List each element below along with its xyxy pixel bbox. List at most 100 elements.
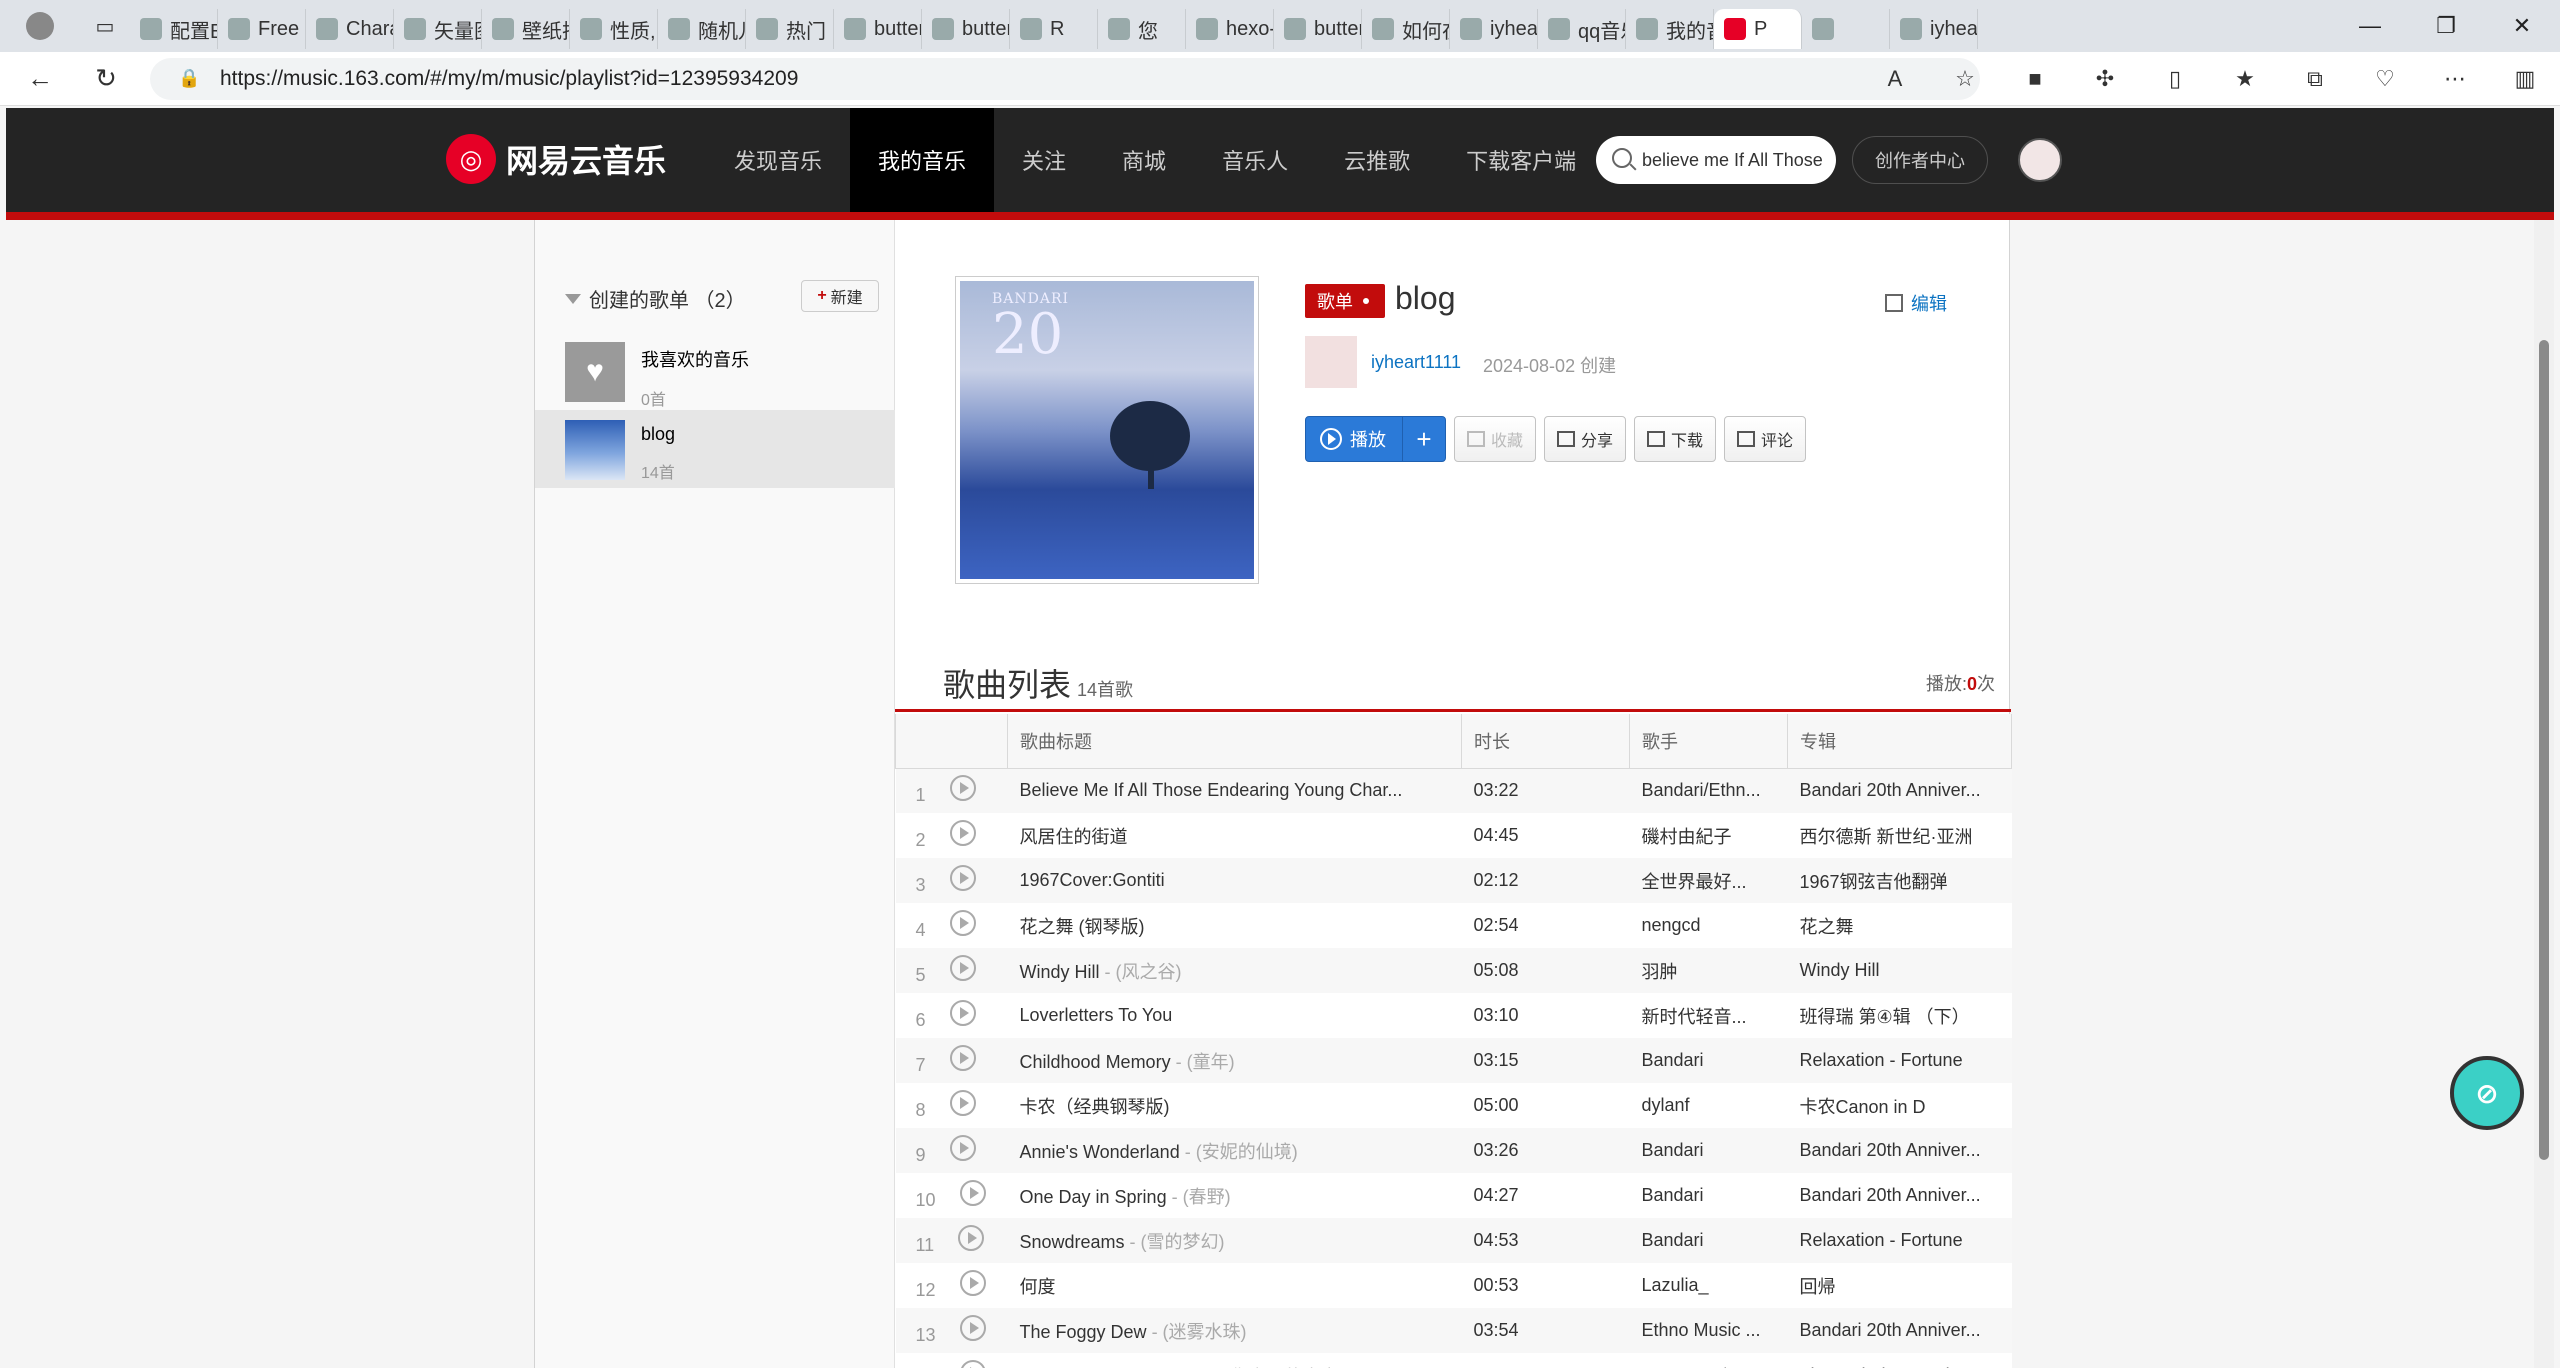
table-row[interactable]: 2 风居住的街道 04:45 磯村由紀子 西尔德斯 新世纪·亚洲 [895,813,2012,858]
browser-tab[interactable]: qq音乐 [1538,9,1626,49]
search-input[interactable]: believe me If All Those [1596,136,1836,184]
song-title[interactable]: Snowdreams [1020,1232,1125,1252]
song-title[interactable]: Annie's Wonderland [1020,1142,1180,1162]
nav-item[interactable]: 音乐人 [1194,108,1316,212]
new-playlist-button[interactable]: + 新建 [801,280,879,312]
play-row-icon[interactable] [949,1090,976,1116]
table-row[interactable]: 6 Loverletters To You 03:10 新时代轻音... 班得瑞 第④辑… [895,993,2012,1038]
browser-tab[interactable]: R [1010,9,1098,49]
song-title[interactable]: One Day in Spring [1020,1187,1167,1207]
song-title[interactable]: Windy Hill [1020,962,1100,982]
browser-tab[interactable]: 性质, [570,9,658,49]
song-artist[interactable]: 羽肿 [1630,948,1788,993]
song-artist[interactable]: nengcd [1630,903,1788,948]
table-row[interactable]: 9 Annie's Wonderland - (安妮的仙境) 03:26 Bandar… [895,1128,2012,1173]
collections-icon[interactable]: ⧉ [2280,66,2350,92]
url-field[interactable]: 🔒 https://music.163.com/#/my/m/music/pla… [150,58,1980,100]
nav-item[interactable]: 关注 [994,108,1094,212]
profile-icon[interactable] [0,0,80,52]
browser-tab[interactable]: Chara [306,9,394,49]
tab-actions-icon[interactable]: ▭ [80,0,130,52]
created-playlists-header[interactable]: 创建的歌单 （2） [565,284,746,313]
song-album[interactable]: 班得瑞 第④辑 （下） [1788,993,2012,1038]
song-artist[interactable]: 新时代轻音... [1630,993,1788,1038]
song-album[interactable]: Relaxation - Fortune [1788,1038,2012,1083]
share-button[interactable]: 分享 [1544,416,1627,462]
song-album[interactable]: Bandari 20th Anniver... [1788,1128,2012,1173]
browser-tab[interactable]: P [1714,9,1802,49]
nav-item[interactable]: 下载客户端 [1438,108,1604,212]
browser-tab[interactable]: Free P [218,9,306,49]
song-title[interactable]: 1967Cover:Gontiti [1020,870,1165,890]
song-title[interactable]: The Foggy Dew [1020,1322,1147,1342]
table-row[interactable]: 11 Snowdreams - (雪的梦幻) 04:53 Bandari Relaxat… [895,1218,2012,1263]
song-title[interactable]: Believe Me If All Those Endearing Young … [1020,780,1403,800]
play-row-icon[interactable] [959,1360,986,1368]
song-artist[interactable]: Bandari [1630,1218,1788,1263]
table-row[interactable]: 7 Childhood Memory - (童年) 03:15 Bandari Rela… [895,1038,2012,1083]
browser-tab[interactable] [1802,9,1890,49]
puzzle-icon[interactable]: ✣ [2070,66,2140,92]
song-artist[interactable]: Ethno Music ... [1630,1308,1788,1353]
song-artist[interactable]: 磯村由紀子 [1630,813,1788,858]
browser-essentials-icon[interactable]: ♡ [2350,66,2420,92]
song-album[interactable]: 西尔德斯 新世纪·亚洲 [1788,813,2012,858]
sidebar-playlist-liked[interactable]: ♥ 我喜欢的音乐 0首 [535,332,895,410]
song-album[interactable]: The truth that you leave [1788,1353,2012,1368]
play-row-icon[interactable] [949,1045,976,1071]
browser-tab[interactable]: 壁纸把 [482,9,570,49]
collect-button[interactable]: 收藏 [1454,416,1537,462]
song-album[interactable]: Bandari 20th Anniver... [1788,768,2012,813]
play-button[interactable]: 播放 [1306,417,1403,461]
song-title[interactable]: 风居住的街道 [1020,827,1128,847]
table-row[interactable]: 13 The Foggy Dew - (迷雾水珠) 03:54 Ethno Music… [895,1308,2012,1353]
favorites-icon[interactable]: ★ [2210,66,2280,92]
table-row[interactable]: 1 Believe Me If All Those Endearing Young… [895,768,2012,813]
favorite-star-icon[interactable]: ☆ [1930,66,2000,92]
restore-icon[interactable]: ❐ [2408,0,2484,52]
song-album[interactable]: Windy Hill [1788,948,2012,993]
song-album[interactable]: Relaxation - Fortune [1788,1218,2012,1263]
browser-tab[interactable]: butter [922,9,1010,49]
browser-tab[interactable]: butter [834,9,922,49]
play-row-icon[interactable] [949,955,976,981]
comment-button[interactable]: 评论 [1724,416,1807,462]
song-title[interactable]: 花之舞 (钢琴版) [1020,917,1145,937]
browser-tab[interactable]: 如何在 [1362,9,1450,49]
table-row[interactable]: 8 卡农（经典钢琴版) 05:00 dylanf 卡农Canon in D [895,1083,2012,1128]
play-row-icon[interactable] [949,820,976,846]
more-menu-icon[interactable]: ⋯ [2420,66,2490,92]
browser-tab[interactable]: butter [1274,9,1362,49]
song-artist[interactable]: Lazulia_ [1630,1263,1788,1308]
song-title[interactable]: 卡农（经典钢琴版) [1020,1097,1170,1117]
browser-tab[interactable]: hexo- [1186,9,1274,49]
table-row[interactable]: 12 何度 00:53 Lazulia_ 回帰 [895,1263,2012,1308]
nav-item[interactable]: 商城 [1094,108,1194,212]
song-artist[interactable]: Bandari [1630,1038,1788,1083]
play-row-icon[interactable] [959,1180,986,1206]
play-row-icon[interactable] [949,865,976,891]
browser-tab[interactable]: 热门 [746,9,834,49]
play-row-icon[interactable] [959,1270,986,1296]
song-album[interactable]: 1967钢弦吉他翻弹 [1788,858,2012,903]
site-logo[interactable]: ◎ 网易云音乐 [446,134,666,184]
table-row[interactable]: 4 花之舞 (钢琴版) 02:54 nengcd 花之舞 [895,903,2012,948]
song-artist[interactable]: dylanf [1630,1083,1788,1128]
minimize-icon[interactable]: — [2332,0,2408,52]
song-artist[interactable]: Pianoboy高... [1630,1353,1788,1368]
song-artist[interactable]: Bandari/Ethn... [1630,768,1788,813]
song-album[interactable]: 回帰 [1788,1263,2012,1308]
sidebar-playlist-blog[interactable]: blog 14首 [535,410,895,488]
play-row-icon[interactable] [958,1225,985,1251]
browser-tab[interactable]: 我的音 [1626,9,1714,49]
song-artist[interactable]: Bandari [1630,1173,1788,1218]
back-icon[interactable]: ← [14,57,66,101]
nav-item[interactable]: 我的音乐 [850,108,995,212]
browser-tab[interactable]: 配置B [130,9,218,49]
play-row-icon[interactable] [949,1000,976,1026]
play-row-icon[interactable] [949,775,976,802]
download-button[interactable]: 下载 [1634,416,1717,462]
song-title[interactable]: 何度 [1020,1277,1056,1297]
browser-tab[interactable]: 您 [1098,9,1186,49]
browser-tab[interactable]: iyhear [1890,9,1978,49]
